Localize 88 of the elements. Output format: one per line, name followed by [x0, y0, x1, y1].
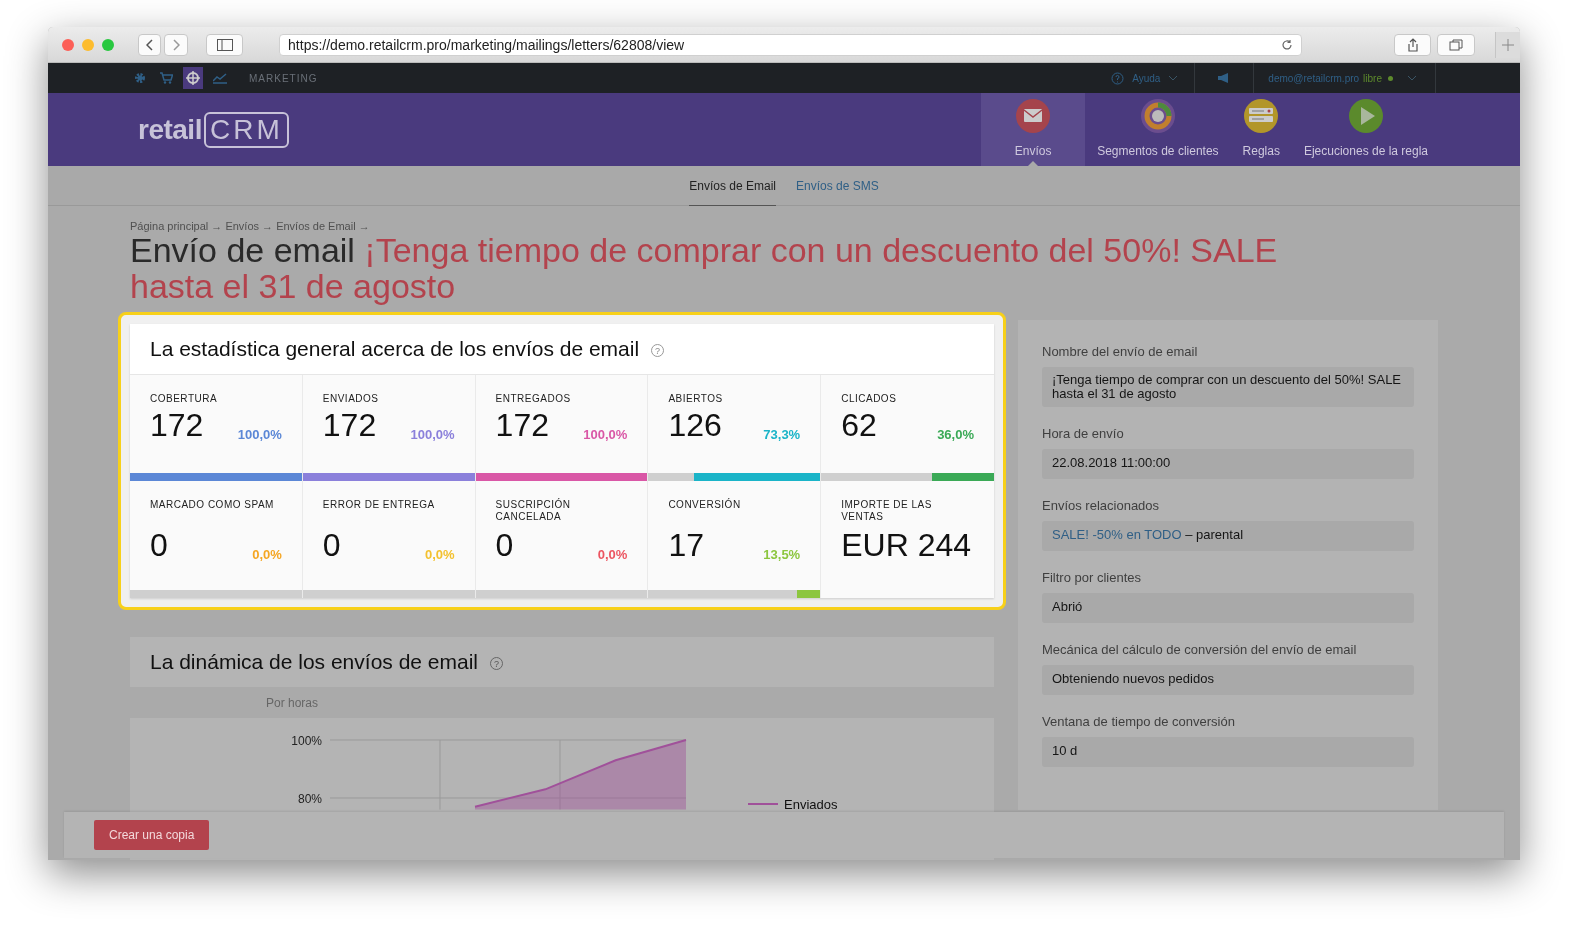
subnav-tab[interactable]: Envíos de SMS	[796, 166, 879, 206]
field-label: Hora de envío	[1042, 426, 1125, 441]
field-label: Ventana de tiempo de conversión	[1042, 714, 1236, 729]
settings-icon[interactable]	[134, 72, 146, 84]
close-dot[interactable]	[62, 38, 74, 51]
stat-value: 126	[668, 407, 722, 443]
field-value: ¡Tenga tiempo de comprar con un descuento del 50%! SALE hasta el 31 de agosto	[1042, 367, 1414, 407]
module-tab[interactable]: Ejecuciones de la regla	[1291, 93, 1440, 166]
donut-icon	[1139, 98, 1176, 134]
axis-tick-label: 80%	[297, 792, 322, 806]
stat-percent: 100,0%	[583, 427, 628, 442]
stat-label: ABIERTOS	[667, 392, 724, 406]
stat-percent: 73,3%	[763, 427, 801, 442]
reload-icon[interactable]	[1281, 38, 1294, 51]
breadcrumb: Página principal → Envíos → Envíos de Email →	[130, 220, 371, 232]
stat-value: 0	[322, 527, 341, 563]
caret-icon	[1168, 75, 1179, 81]
field-value: 10 d	[1042, 737, 1414, 767]
status-dot	[1388, 75, 1393, 81]
crosshair-icon	[186, 71, 200, 85]
stat-label: ENVIADOS	[321, 392, 380, 406]
field-label: Mecánica del cálculo de conversión del envío de email	[1042, 642, 1358, 657]
stat-value: 62	[841, 407, 877, 443]
stat-label: CONVERSIÓN	[667, 497, 742, 512]
stat-percent: 36,0%	[937, 427, 974, 442]
play-icon	[1347, 98, 1384, 134]
stat-value: 17	[668, 527, 704, 563]
stat-label: MARCADO COMO SPAM	[149, 498, 275, 512]
page-title: Envío de email ¡Tenga tiempo de comprar con un descuento del 50%! SALE hasta el 31 de agosto	[130, 232, 1279, 304]
card-title: La dinámica de los envíos de email	[150, 650, 479, 674]
related-link[interactable]: SALE! -50% en TODO	[1052, 527, 1182, 542]
minimize-dot[interactable]	[82, 38, 94, 51]
tabs-icon	[1449, 38, 1464, 51]
stat-label: ENTREGADOS	[494, 392, 572, 406]
field-value: SALE! -50% en TODO – parental	[1042, 521, 1414, 551]
stat-value: 172	[150, 407, 204, 443]
zoom-dot[interactable]	[102, 38, 114, 51]
stat-value: 172	[495, 407, 549, 443]
new-tab-button[interactable]	[1494, 31, 1520, 58]
forward-button[interactable]	[164, 33, 188, 56]
stat-value: 0	[495, 527, 514, 563]
stat-percent: 13,5%	[763, 547, 801, 562]
tabs-button[interactable]	[1437, 33, 1475, 56]
field-value: Obteniendo nuevos pedidos	[1042, 665, 1414, 695]
card-title: La estadística general acerca de los envíos de email	[150, 337, 640, 361]
list-icon	[1243, 98, 1280, 134]
section-label: MARKETING	[249, 72, 318, 84]
share-button[interactable]	[1394, 33, 1432, 56]
stat-percent: 0,0%	[252, 547, 282, 562]
stat-percent: 100,0%	[237, 427, 282, 442]
stat-label: COBERTURA	[149, 392, 219, 406]
field-label: Filtro por clientes	[1042, 570, 1142, 585]
field-label: Nombre del envío de email	[1042, 344, 1199, 359]
chart-line-icon[interactable]	[213, 72, 227, 84]
marketing-tab[interactable]	[183, 67, 203, 89]
chevron-right-icon	[172, 38, 181, 51]
stat-percent: 0,0%	[597, 547, 628, 562]
copy-button[interactable]: Crear una copia	[94, 820, 210, 850]
stat-value: 172	[322, 407, 377, 443]
module-tab[interactable]: Envíos	[981, 93, 1086, 166]
help-icon	[1111, 71, 1125, 85]
stat-value: 0	[150, 527, 168, 563]
field-value: 22.08.2018 11:00:00	[1042, 449, 1414, 479]
url-text: https://demo.retailcrm.pro/marketing/mailings/letters/62808/view	[288, 36, 685, 53]
stat-label: CLICADOS	[840, 392, 898, 406]
field-label: Envíos relacionados	[1042, 498, 1161, 513]
field-value: Abrió	[1042, 593, 1414, 623]
chevron-left-icon	[145, 38, 154, 51]
sidebar-button[interactable]	[205, 33, 244, 56]
stat-label: IMPORTE DE LAS VENTAS	[840, 498, 933, 524]
caret-icon	[1407, 75, 1417, 81]
stat-value: EUR 244	[841, 527, 972, 563]
module-tab[interactable]: Reglas	[1230, 93, 1292, 166]
plus-icon	[1501, 38, 1514, 51]
module-tab[interactable]: Segmentos de clientes	[1085, 93, 1231, 166]
sidebar-icon	[216, 38, 233, 51]
stat-percent: 100,0%	[410, 427, 455, 442]
back-button[interactable]	[138, 33, 162, 56]
stat-label: ERROR DE ENTREGA	[321, 498, 436, 512]
period-label: Por horas	[266, 695, 319, 710]
axis-tick-label: 100%	[291, 734, 322, 748]
envelope-icon	[1015, 98, 1052, 134]
address-bar[interactable]: https://demo.retailcrm.pro/marketing/mailings/letters/62808/view	[279, 33, 1303, 56]
stat-label: SUSCRIPCIÓN CANCELADA	[494, 497, 572, 524]
share-icon	[1406, 37, 1419, 52]
cart-icon[interactable]	[160, 72, 173, 84]
legend-label: Enviados	[784, 797, 838, 812]
stat-percent: 0,0%	[424, 547, 455, 562]
